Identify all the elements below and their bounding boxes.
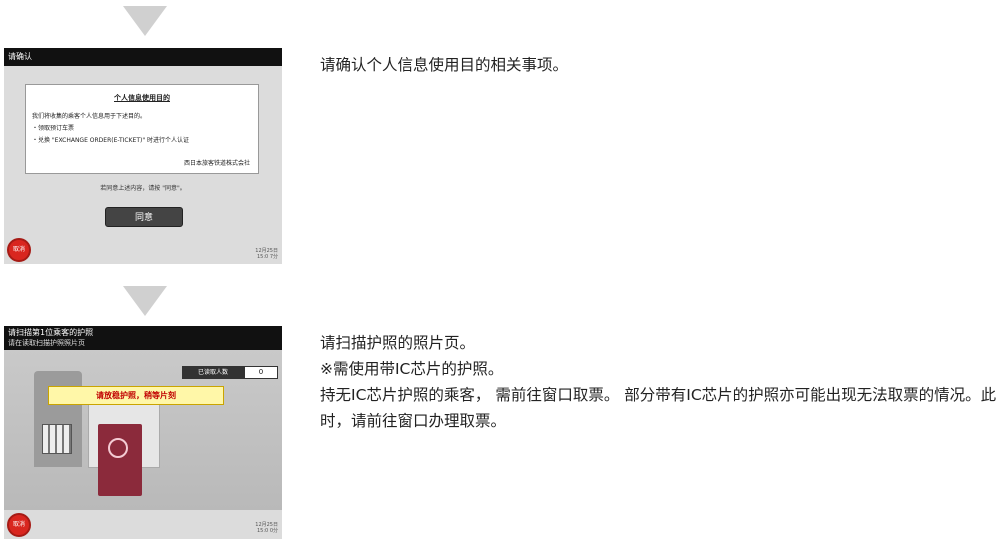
read-count-value: 0: [244, 366, 278, 379]
screen-time: 15:0 0分: [257, 528, 278, 534]
screen-datetime: 12月25日 15:0 0分: [255, 522, 278, 534]
notice-item: ・领取预订车票: [32, 125, 75, 132]
step1-description: 请确认个人信息使用目的相关事项。: [320, 52, 998, 78]
down-arrow-icon: [123, 6, 167, 36]
cancel-button[interactable]: 取消: [7, 513, 31, 537]
screen-title: 请扫描第1位乘客的护照: [8, 328, 94, 337]
screen-title-bar: 请扫描第1位乘客的护照 请在读取扫描护照照片页: [4, 326, 282, 350]
kiosk-screen-scan: 请扫描第1位乘客的护照 请在读取扫描护照照片页 已读取人数 0 请放稳护照，稍等…: [4, 326, 282, 539]
notice-heading: 个人信息使用目的: [114, 94, 170, 102]
screen-datetime: 12月25日 15:0 7分: [255, 248, 278, 260]
notice-item: ・兑换 "EXCHANGE ORDER(E-TICKET)" 时进行个人认证: [32, 137, 190, 144]
notice-intro: 我们将收集的乘客个人信息用于下述目的。: [32, 113, 147, 120]
description-line: ※需使用带IC芯片的护照。: [320, 360, 504, 378]
passport-illustration: [98, 424, 142, 496]
keypad-illustration: [42, 424, 72, 454]
screen-time: 15:0 7分: [257, 254, 278, 260]
description-line: 请确认个人信息使用目的相关事项。: [320, 56, 569, 74]
cancel-button[interactable]: 取消: [7, 238, 31, 262]
down-arrow-icon: [123, 286, 167, 316]
confirm-hint: 若同意上述内容，请按 "同意"。: [100, 185, 186, 192]
privacy-notice: 个人信息使用目的 我们将收集的乘客个人信息用于下述目的。 ・领取预订车票 ・兑换…: [25, 84, 259, 174]
step2-description: 请扫描护照的照片页。 ※需使用带IC芯片的护照。 持无IC芯片护照的乘客， 需前…: [320, 330, 998, 434]
agree-button[interactable]: 同意: [105, 207, 183, 227]
description-line: 请扫描护照的照片页。: [320, 334, 476, 352]
kiosk-screen-confirm: 请确认 个人信息使用目的 我们将收集的乘客个人信息用于下述目的。 ・领取预订车票…: [4, 48, 282, 264]
description-line: 持无IC芯片护照的乘客， 需前往窗口取票。 部分带有IC芯片的护照亦可能出现无法…: [320, 386, 997, 430]
passport-globe-icon: [108, 438, 128, 458]
notice-company: 西日本旅客铁道株式会社: [183, 160, 250, 167]
read-count-label: 已读取人数: [182, 366, 244, 379]
scan-status-banner: 请放稳护照，稍等片刻: [48, 386, 224, 405]
screen-title: 请确认: [4, 48, 282, 66]
screen-subtitle: 请在读取扫描护照照片页: [8, 339, 85, 347]
